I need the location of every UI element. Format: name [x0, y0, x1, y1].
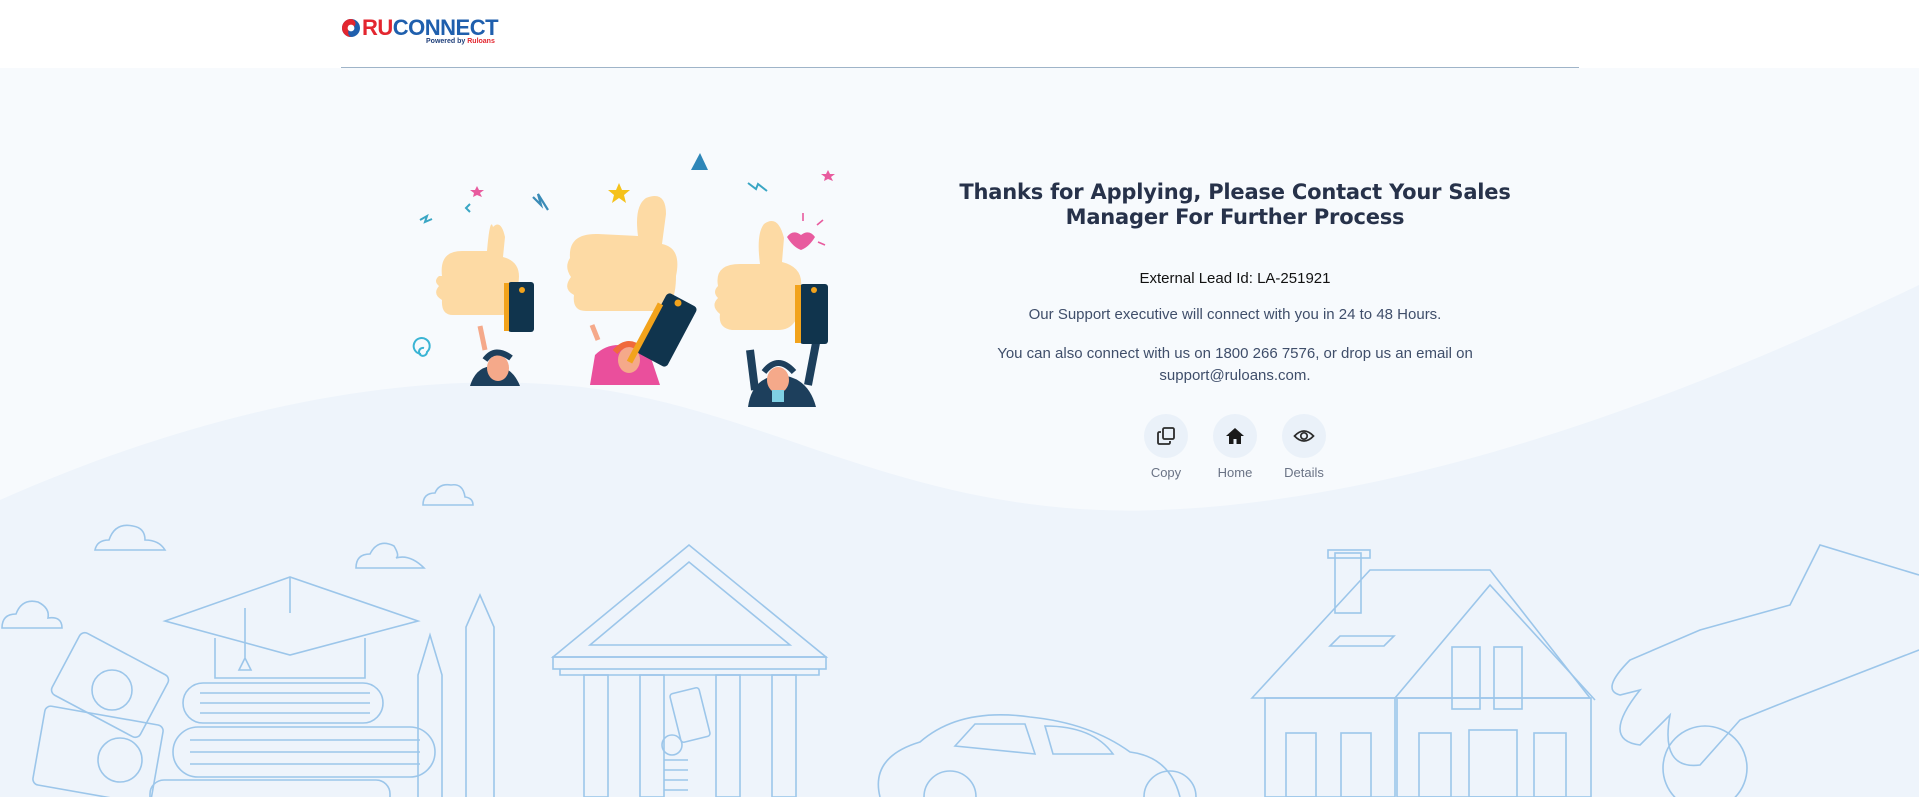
home-button-circle[interactable] [1213, 414, 1257, 458]
confirmation-title: Thanks for Applying, Please Contact Your… [959, 180, 1511, 229]
logo-connect: CONNECT [392, 15, 499, 40]
logo-tagline: Powered by Ruloans [426, 38, 495, 45]
copy-label: Copy [1150, 465, 1182, 480]
copy-button-circle[interactable] [1144, 414, 1188, 458]
top-header: RUCONNECT Powered by Ruloans [0, 0, 1919, 68]
thumbs-up-illustration [412, 153, 835, 407]
copy-icon [1157, 427, 1175, 445]
action-buttons: Copy Home Details [920, 414, 1550, 480]
support-message: Our Support executive will connect with … [1028, 306, 1442, 323]
details-button[interactable]: Details [1282, 414, 1326, 480]
ruconnect-logo-icon [342, 19, 360, 37]
home-label: Home [1217, 465, 1253, 480]
logo-tagline-prefix: Powered by [426, 38, 468, 45]
copy-button[interactable]: Copy [1144, 414, 1188, 480]
external-lead-id: External Lead Id: LA-251921 [1139, 270, 1331, 287]
logo-ru: RU [362, 15, 393, 40]
details-label: Details [1284, 465, 1324, 480]
eye-icon [1293, 430, 1315, 442]
home-button[interactable]: Home [1213, 414, 1257, 480]
ruconnect-logo[interactable]: RUCONNECT Powered by Ruloans [341, 16, 511, 50]
details-button-circle[interactable] [1282, 414, 1326, 458]
thumb-right [714, 221, 828, 407]
logo-tagline-brand: Ruloans [467, 38, 495, 45]
header-divider [341, 67, 1579, 68]
confirmation-panel: Thanks for Applying, Please Contact Your… [920, 180, 1550, 480]
thumb-left [436, 224, 534, 386]
contact-message: You can also connect with us on 1800 266… [997, 345, 1473, 384]
home-icon [1226, 428, 1244, 444]
thumb-middle [567, 196, 697, 385]
logo-text: RUCONNECT [362, 15, 499, 40]
